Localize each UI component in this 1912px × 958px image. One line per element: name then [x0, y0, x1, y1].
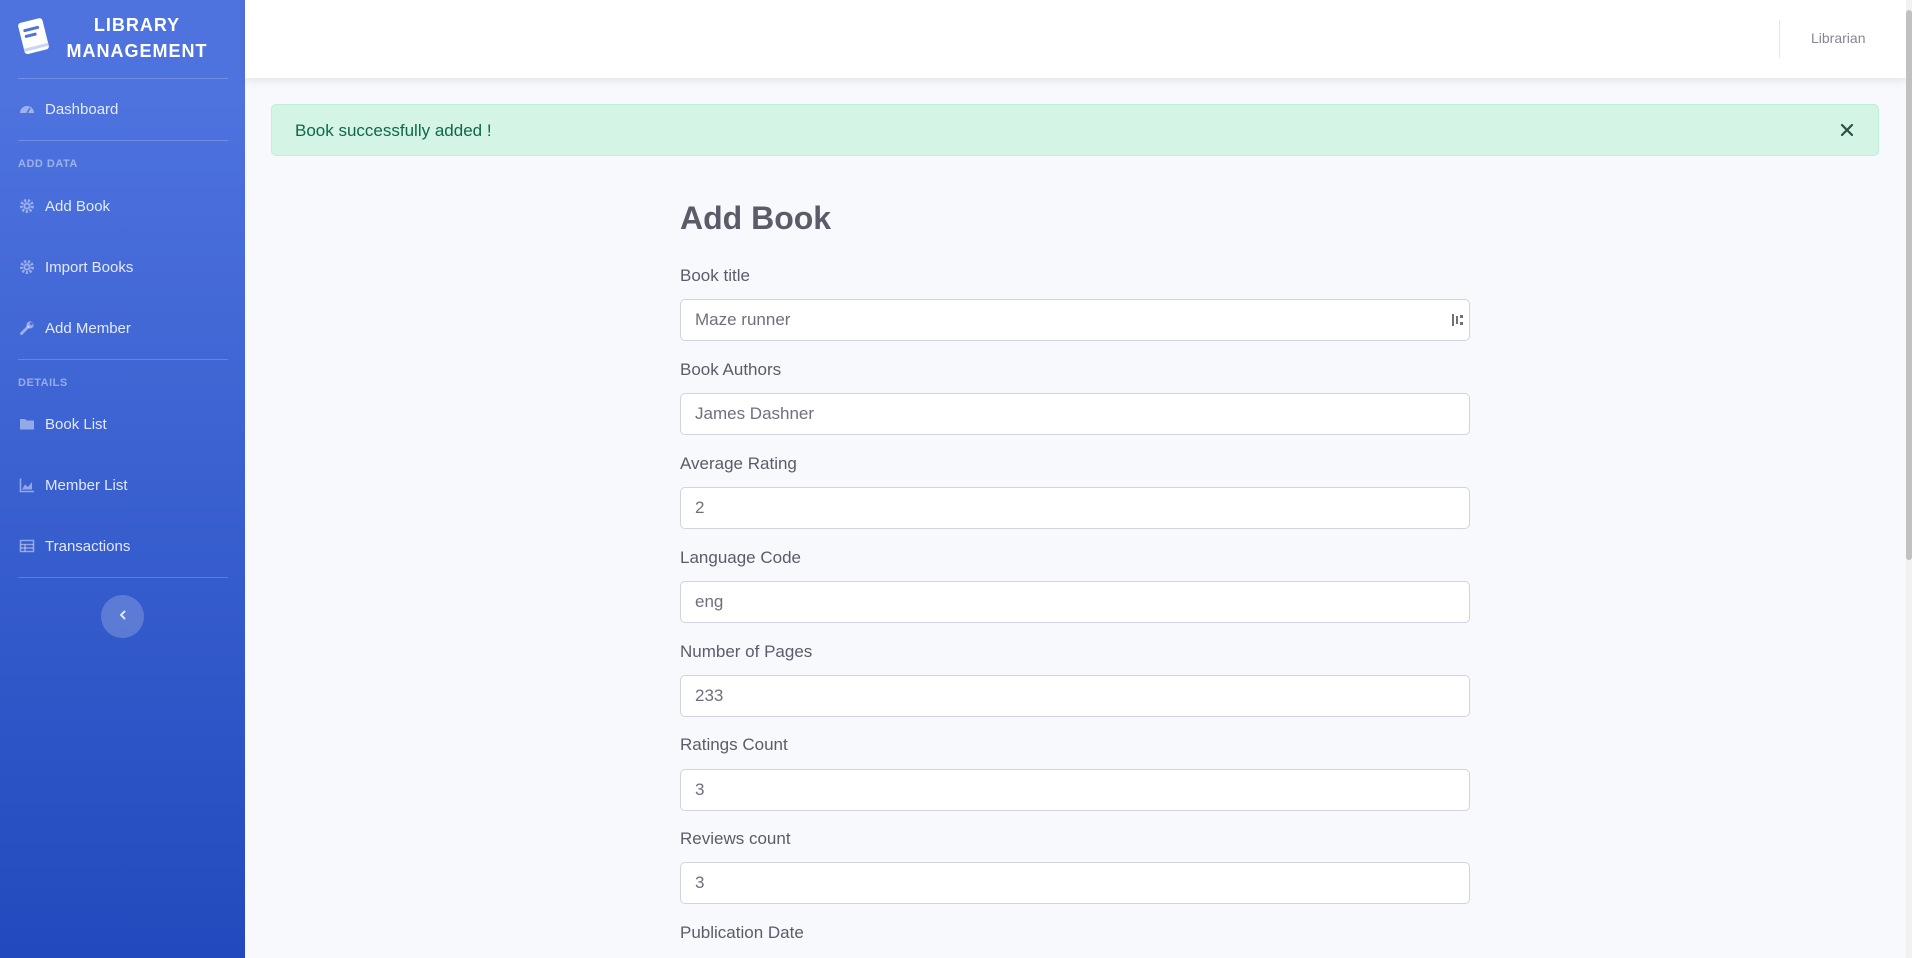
- sidebar-item-label: Member List: [45, 476, 128, 494]
- sidebar-item-dashboard[interactable]: Dashboard: [0, 91, 245, 127]
- autofill-icon[interactable]: [1451, 312, 1465, 328]
- ratings-count-input[interactable]: [680, 769, 1470, 811]
- cog-icon: [19, 198, 35, 214]
- user-menu[interactable]: Librarian: [1811, 30, 1865, 46]
- folder-icon: [19, 416, 35, 432]
- chevron-left-icon: [117, 608, 129, 626]
- sidebar-divider: [18, 140, 228, 141]
- sidebar-heading-add-data: ADD DATA: [18, 158, 78, 170]
- number-of-pages-label: Number of Pages: [680, 642, 813, 661]
- publication-date-label: Publication Date: [680, 923, 804, 942]
- page-title: Add Book: [680, 200, 832, 236]
- topbar: Librarian: [245, 0, 1906, 78]
- sidebar-item-label: Transactions: [45, 537, 131, 555]
- book-title-label: Book title: [680, 266, 750, 285]
- sidebar-item-label: Book List: [45, 415, 107, 433]
- table-icon: [19, 538, 35, 554]
- brand[interactable]: LIBRARY MANAGEMENT: [0, 0, 245, 78]
- sidebar-item-label: Add Book: [45, 197, 111, 215]
- topbar-divider: [1779, 20, 1780, 58]
- book-authors-input[interactable]: [680, 393, 1470, 435]
- brand-line-2: MANAGEMENT: [66, 41, 208, 61]
- language-code-input[interactable]: [680, 581, 1470, 623]
- sidebar-divider: [18, 359, 228, 360]
- book-title-input[interactable]: [680, 299, 1470, 341]
- brand-title: LIBRARY MANAGEMENT: [62, 12, 212, 64]
- page-scrollbar[interactable]: [1906, 0, 1912, 958]
- book-icon: [14, 15, 54, 57]
- brand-line-1: LIBRARY: [93, 15, 181, 35]
- scrollbar-thumb[interactable]: [1906, 10, 1912, 560]
- average-rating-label: Average Rating: [680, 454, 797, 473]
- close-icon[interactable]: [1836, 119, 1858, 141]
- reviews-count-input[interactable]: [680, 862, 1470, 904]
- sidebar-item-member-list[interactable]: Member List: [0, 467, 245, 503]
- number-of-pages-input[interactable]: [680, 675, 1470, 717]
- cog-icon: [19, 259, 35, 275]
- wrench-icon: [19, 320, 35, 336]
- sidebar-item-import-books[interactable]: Import Books: [0, 249, 245, 285]
- sidebar-divider: [18, 78, 228, 79]
- reviews-count-label: Reviews count: [680, 829, 791, 848]
- language-code-label: Language Code: [680, 548, 802, 567]
- tachometer-icon: [19, 101, 35, 117]
- alert-message: Book successfully added !: [295, 121, 492, 140]
- sidebar-item-label: Dashboard: [45, 100, 119, 118]
- success-alert: Book successfully added !: [271, 104, 1879, 156]
- sidebar-item-transactions[interactable]: Transactions: [0, 528, 245, 564]
- sidebar: LIBRARY MANAGEMENT Dashboard ADD DATA Ad…: [0, 0, 245, 958]
- sidebar-item-label: Add Member: [45, 319, 131, 337]
- sidebar-item-label: Import Books: [45, 258, 134, 276]
- sidebar-item-add-member[interactable]: Add Member: [0, 310, 245, 346]
- chart-area-icon: [19, 477, 35, 493]
- ratings-count-label: Ratings Count: [680, 735, 788, 754]
- sidebar-item-add-book[interactable]: Add Book: [0, 188, 245, 224]
- book-authors-label: Book Authors: [680, 360, 782, 379]
- sidebar-toggle-button[interactable]: [101, 595, 144, 638]
- average-rating-input[interactable]: [680, 487, 1470, 529]
- sidebar-item-book-list[interactable]: Book List: [0, 406, 245, 442]
- sidebar-divider: [18, 577, 228, 578]
- sidebar-heading-details: DETAILS: [18, 377, 68, 389]
